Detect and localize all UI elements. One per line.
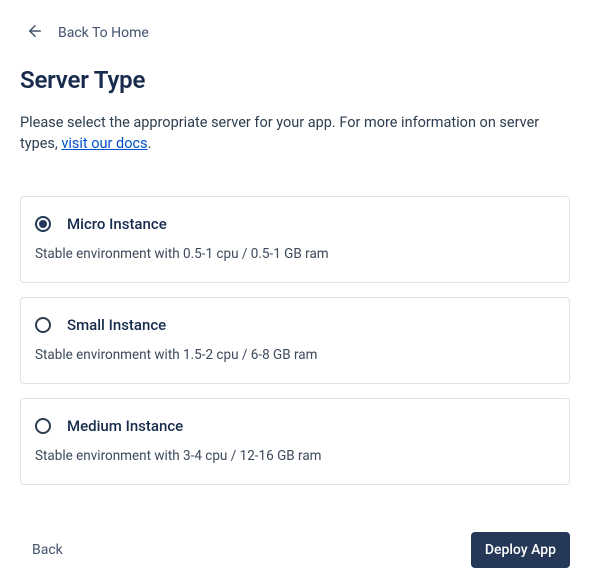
option-title: Micro Instance [67,215,167,233]
option-small-instance[interactable]: Small Instance Stable environment with 1… [20,297,570,384]
option-title: Medium Instance [67,417,183,435]
option-title: Small Instance [67,316,166,334]
description-suffix: . [148,135,152,152]
option-description: Stable environment with 1.5-2 cpu / 6-8 … [35,346,555,365]
option-description: Stable environment with 3-4 cpu / 12-16 … [35,447,555,466]
visit-docs-link[interactable]: visit our docs [61,135,147,152]
option-medium-instance[interactable]: Medium Instance Stable environment with … [20,398,570,485]
back-to-home-link[interactable]: Back To Home [26,22,149,44]
radio-unselected-icon [35,418,51,434]
page-description: Please select the appropriate server for… [20,112,570,154]
back-to-home-label: Back To Home [58,25,149,41]
deploy-app-button[interactable]: Deploy App [471,532,570,568]
back-button[interactable]: Back [20,534,75,566]
page-title: Server Type [20,66,570,94]
server-type-options: Micro Instance Stable environment with 0… [20,196,570,485]
arrow-left-icon [26,22,44,44]
radio-unselected-icon [35,317,51,333]
footer-actions: Back Deploy App [20,532,570,568]
option-micro-instance[interactable]: Micro Instance Stable environment with 0… [20,196,570,283]
radio-selected-icon [35,216,51,232]
option-description: Stable environment with 0.5-1 cpu / 0.5-… [35,245,555,264]
